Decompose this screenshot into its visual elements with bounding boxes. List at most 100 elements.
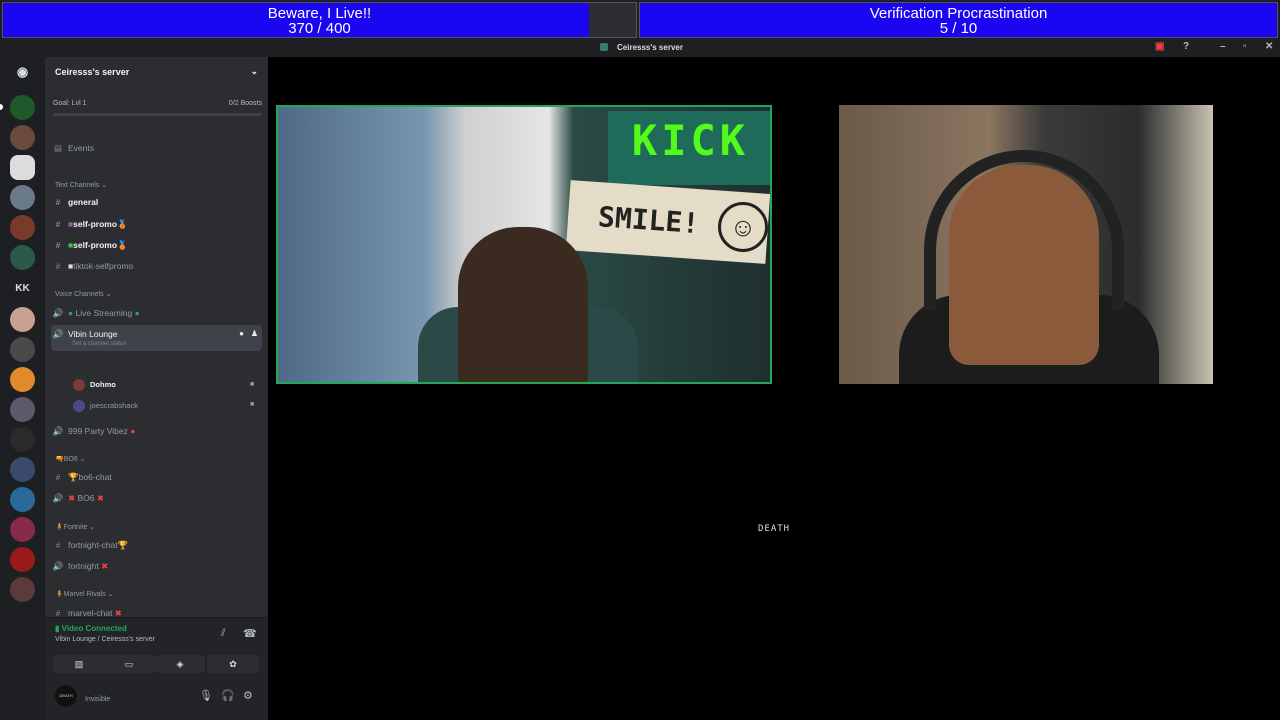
voice-stage: KICK SMILE! ☺ DEATH [268, 57, 1280, 720]
video-tile-speaking[interactable]: KICK SMILE! ☺ [276, 105, 772, 384]
server-icon-9[interactable] [10, 337, 35, 362]
gamepad-icon: ◈ [176, 659, 184, 669]
goal-bar-1: Beware, I Live!! 370 / 400 [2, 2, 637, 38]
noise-suppression-icon[interactable]: ⫽ [221, 628, 225, 639]
minimize-icon[interactable]: – [1220, 41, 1226, 52]
channel-sidebar: Ceiresss's server ⌄ Goal: Lvl 1 0/2 Boos… [45, 57, 268, 720]
goal-overlay: Beware, I Live!! 370 / 400 Verification P… [0, 0, 1280, 40]
user-status: Invisible [85, 696, 111, 703]
server-name: Ceiresss's server [55, 67, 130, 77]
category-bo6[interactable]: 🔫BO6 ⌄ [55, 455, 86, 463]
signal-icon: ▮ [55, 624, 60, 633]
camera-off-icon: ▨ [74, 659, 84, 669]
voice-user-name: Dohmo [90, 379, 116, 389]
server-icon-kk[interactable]: KK [10, 276, 35, 301]
add-user-icon[interactable]: ♟ [251, 325, 258, 343]
channel-vibin-lounge[interactable]: 🔊 Vibin Lounge Set a channel status ● ♟ [51, 325, 262, 351]
voice-user-name: joescrabshack [90, 400, 138, 410]
channel-live-streaming[interactable]: 🔊 ● Live Streaming ● [51, 304, 262, 322]
green-circle-icon: ● [68, 308, 74, 318]
channel-label: 999 Party Vibez [68, 426, 128, 436]
green-circle-icon: ● [134, 308, 140, 318]
person-head [458, 227, 588, 382]
microphone-icon[interactable]: 🎙 [199, 689, 213, 702]
channel-fortnight-voice[interactable]: 🔊 fortnight ✖ [51, 557, 262, 575]
hash-icon: # [55, 261, 61, 271]
server-icon-5[interactable] [10, 215, 35, 240]
screen-share-button[interactable]: ▭ [103, 655, 155, 673]
voice-status-label: Video Connected [61, 624, 127, 633]
maximize-icon[interactable]: ▫ [1243, 41, 1247, 52]
channel-self-promo-2[interactable]: # ■self-promo🥉 [51, 236, 262, 254]
voice-location[interactable]: Vibin Lounge / Ceiresss's server [55, 636, 155, 643]
boost-progress-track [53, 113, 262, 116]
server-icon-12[interactable] [10, 427, 35, 452]
server-icon-16[interactable] [10, 547, 35, 572]
channel-status-hint[interactable]: Set a channel status [72, 335, 126, 353]
events-item[interactable]: ▤ Events [51, 139, 262, 157]
channel-party-vibez[interactable]: 🔊 999 Party Vibez ● [51, 422, 262, 440]
disconnect-icon[interactable]: ☎ [243, 627, 257, 640]
stage-user-label[interactable]: DEATH [758, 524, 790, 534]
server-header[interactable]: Ceiresss's server ⌄ [45, 57, 268, 89]
speaker-icon: 🔊 [52, 329, 64, 339]
hash-icon: # [55, 219, 61, 229]
voice-user[interactable]: Dohmo [73, 379, 116, 391]
smiley-face-icon: ☺ [718, 202, 768, 252]
channel-label: fortnight [68, 561, 99, 571]
server-icon-4[interactable] [10, 185, 35, 210]
channel-label: bo6-chat [78, 472, 112, 482]
server-icon-15[interactable] [10, 517, 35, 542]
channel-bo6-voice[interactable]: 🔊 ✖ BO6 ✖ [51, 489, 262, 507]
server-icon-1[interactable] [10, 95, 35, 120]
server-icon-10[interactable] [10, 367, 35, 392]
soundboard-button[interactable]: ✿ [207, 655, 259, 673]
channel-fortnight-chat[interactable]: # fortnight-chat🏆 [51, 536, 262, 554]
category-marvel-rivals[interactable]: 🧍Marvel Rivals ⌄ [55, 590, 114, 598]
hash-icon: # [55, 197, 61, 207]
channel-label: general [68, 197, 99, 207]
trophy-icon: 🏆 [117, 540, 129, 550]
server-icon-11[interactable] [10, 397, 35, 422]
camera-icon: ■ [250, 381, 255, 388]
category-label: Marvel Rivals [63, 591, 106, 598]
marvel-emoji-icon: 🧍 [55, 591, 64, 598]
channel-general[interactable]: # general [51, 193, 262, 211]
help-icon[interactable]: ? [1183, 41, 1189, 52]
category-label: Fortnite [63, 524, 88, 531]
inbox-icon[interactable]: ▣ [1155, 41, 1164, 52]
category-label: Voice Channels [55, 291, 104, 298]
chat-icon[interactable]: ● [239, 325, 244, 343]
avatar[interactable]: DEATH [55, 685, 77, 707]
channel-self-promo-1[interactable]: # ■self-promo🥉 [51, 215, 262, 233]
camera-icon: ■ [250, 401, 255, 408]
gear-icon[interactable]: ⚙ [243, 689, 253, 702]
category-voice-channels[interactable]: Voice Channels ⌄ [55, 290, 111, 298]
medal-icon: 🥉 [117, 240, 128, 250]
events-label: Events [68, 143, 94, 153]
red-circle-icon: ● [130, 426, 136, 436]
channel-bo6-chat[interactable]: # 🏆bo6-chat [51, 468, 262, 486]
goal-1-count: 370 / 400 [288, 20, 351, 37]
speaker-icon: 🔊 [52, 493, 64, 503]
server-icon-6[interactable] [10, 245, 35, 270]
server-icon-current[interactable] [10, 155, 35, 180]
video-tile[interactable] [839, 105, 1213, 384]
headphones-icon[interactable]: 🎧 [221, 689, 235, 702]
boost-goal[interactable]: Goal: Lvl 1 0/2 Boosts [53, 100, 262, 116]
server-icon-14[interactable] [10, 487, 35, 512]
goal-1-title: Beware, I Live!! [267, 5, 372, 22]
voice-user[interactable]: joescrabshack [73, 400, 138, 412]
server-icon-17[interactable] [10, 577, 35, 602]
discord-home-icon[interactable]: ◉ [10, 59, 35, 84]
server-icon-2[interactable] [10, 125, 35, 150]
server-icon-8[interactable] [10, 307, 35, 332]
channel-tiktok-selfpromo[interactable]: # ■tiktok-selfpromo [51, 257, 262, 275]
category-text-channels[interactable]: Text Channels ⌄ [55, 181, 107, 189]
window-title: Ceiresss's server [617, 43, 683, 52]
camera-off-button[interactable]: ▨ [53, 655, 105, 673]
close-icon[interactable]: ✕ [1265, 41, 1273, 52]
server-icon-13[interactable] [10, 457, 35, 482]
activities-button[interactable]: ◈ [155, 655, 205, 673]
category-fortnite[interactable]: 🧍Fortnite ⌄ [55, 523, 95, 531]
